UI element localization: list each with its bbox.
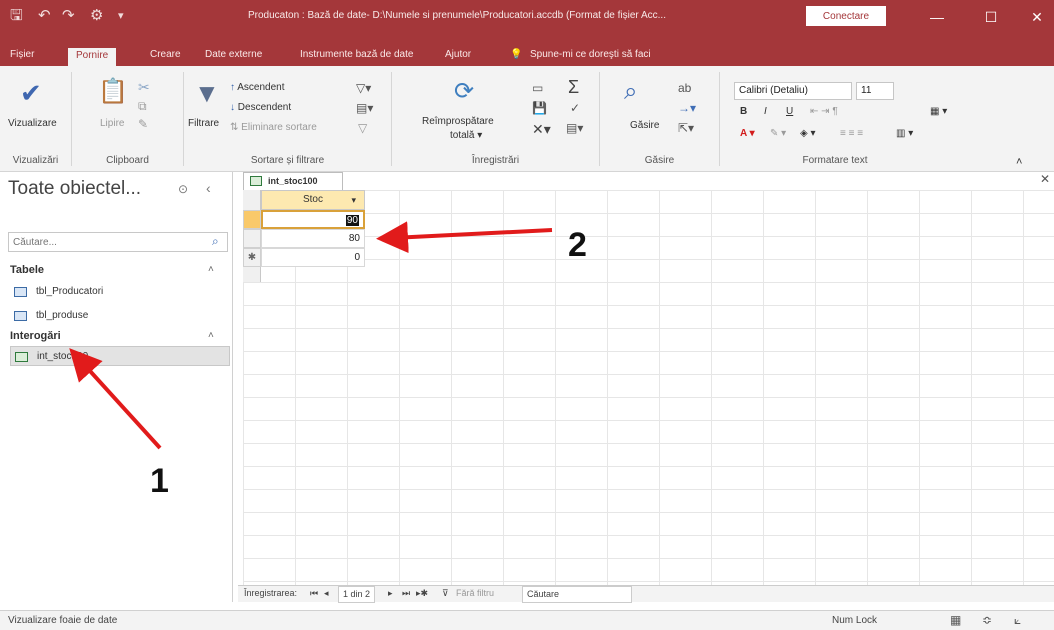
arrow-1: [69, 348, 162, 450]
annotation-arrows: [69, 221, 553, 450]
arrow-2: [376, 221, 553, 254]
access-window: 🖫 ↶ ↷ ⚙ ▾ Producaton : Bază de date- D:\…: [0, 0, 1054, 630]
annotation-1: 1: [150, 462, 169, 500]
annotation-2: 2: [568, 226, 587, 264]
